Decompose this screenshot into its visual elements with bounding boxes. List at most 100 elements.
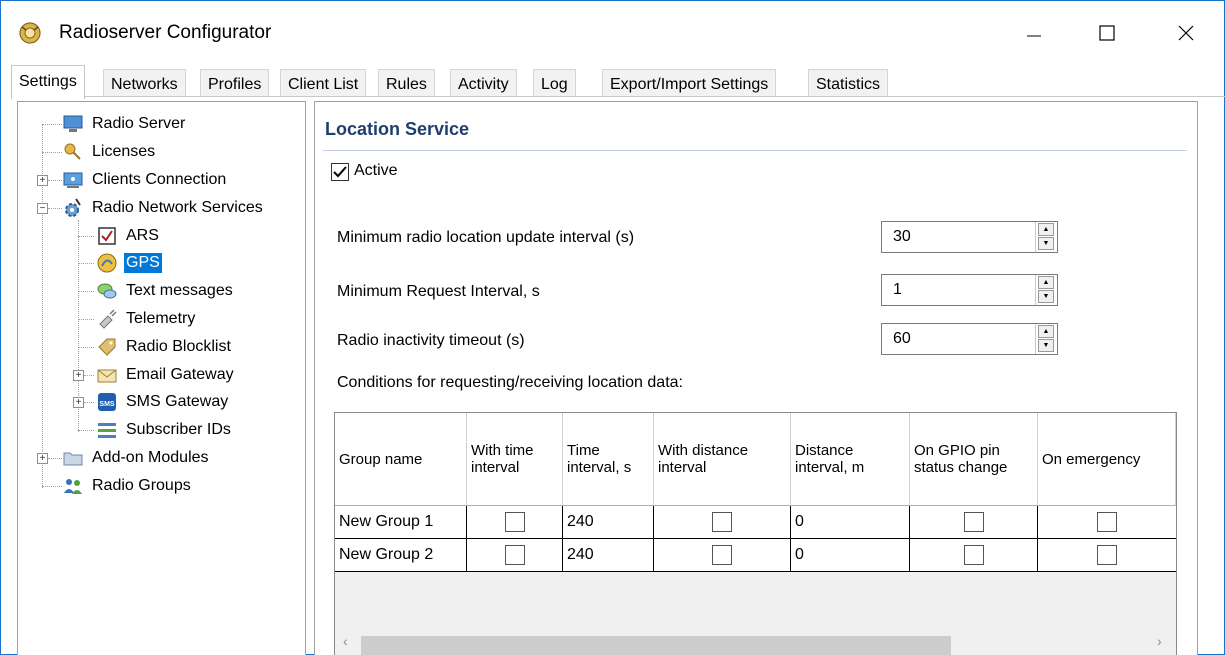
spin-value: 30 <box>893 228 911 245</box>
with-time-interval-cell[interactable] <box>467 506 563 539</box>
time-interval-cell[interactable]: 240 <box>563 539 654 572</box>
tree-item-clients-connection[interactable]: Clients Connection <box>62 167 228 193</box>
tree-item-text-messages[interactable]: Text messages <box>96 278 235 304</box>
id-list-icon <box>98 423 116 438</box>
time-interval-cell[interactable]: 240 <box>563 506 654 539</box>
column-header[interactable]: Distance interval, m <box>791 413 910 506</box>
table-row-group-cell[interactable]: New Group 1 <box>335 506 467 539</box>
tab-client-list[interactable]: Client List <box>280 69 367 97</box>
spin-buttons: ▲ ▼ <box>1035 275 1057 305</box>
min-location-update-interval-stepper[interactable]: 30 ▲ ▼ <box>881 221 1058 253</box>
expand-clients-connection[interactable]: + <box>37 175 48 186</box>
server-icon <box>63 115 83 132</box>
tree-connector <box>78 236 94 237</box>
on-emergency-cell[interactable] <box>1038 506 1176 539</box>
column-header[interactable]: On GPIO pin status change <box>910 413 1038 506</box>
tab-strip: Settings Networks Profiles Client List R… <box>11 65 1221 99</box>
spin-up-button[interactable]: ▲ <box>1038 325 1054 338</box>
close-icon <box>1178 25 1194 41</box>
maximize-button[interactable] <box>1077 11 1137 55</box>
spin-down-button[interactable]: ▼ <box>1038 237 1054 250</box>
tree-item-radio-network-services[interactable]: Radio Network Services <box>62 195 265 221</box>
gps-globe-icon <box>97 253 117 273</box>
distance-interval-cell[interactable]: 0 <box>791 539 910 572</box>
expand-add-on-modules[interactable]: + <box>37 453 48 464</box>
column-header[interactable]: With time interval <box>467 413 563 506</box>
on-emergency-checkbox[interactable] <box>1097 512 1117 532</box>
min-location-update-interval-label: Minimum radio location update interval (… <box>337 229 635 246</box>
on-gpio-change-cell[interactable] <box>910 506 1038 539</box>
spin-buttons: ▲ ▼ <box>1035 222 1057 252</box>
on-emergency-cell[interactable] <box>1038 539 1176 572</box>
tree-item-radio-groups[interactable]: Radio Groups <box>62 473 193 499</box>
tab-rules[interactable]: Rules <box>378 69 435 97</box>
tab-log[interactable]: Log <box>533 69 576 97</box>
tree-label-selected: GPS <box>124 253 162 273</box>
scrollbar-thumb[interactable] <box>361 636 951 655</box>
tab-export-import-settings[interactable]: Export/Import Settings <box>602 69 777 97</box>
column-header[interactable]: Group name <box>335 413 467 506</box>
with-time-interval-cell[interactable] <box>467 539 563 572</box>
scroll-left-icon[interactable]: ‹ <box>343 633 348 649</box>
tree-label: Radio Groups <box>92 477 191 494</box>
window-title: Radioserver Configurator <box>59 22 272 43</box>
tree-label: Licenses <box>92 143 156 160</box>
with-time-interval-checkbox[interactable] <box>504 545 525 565</box>
tree-item-radio-blocklist[interactable]: Radio Blocklist <box>96 334 233 360</box>
spin-up-button[interactable]: ▲ <box>1038 276 1054 289</box>
conditions-label: Conditions for requesting/receiving loca… <box>337 374 683 391</box>
tree-item-gps[interactable]: GPS <box>96 250 162 276</box>
spin-up-button[interactable]: ▲ <box>1038 223 1054 236</box>
column-header[interactable]: Time interval, s <box>563 413 654 506</box>
radio-inactivity-timeout-stepper[interactable]: 60 ▲ ▼ <box>881 323 1058 355</box>
network-icon <box>63 172 83 188</box>
spin-down-button[interactable]: ▼ <box>1038 339 1054 352</box>
conditions-grid[interactable]: Group name With time interval Time inter… <box>334 412 1177 655</box>
tree-item-telemetry[interactable]: Telemetry <box>96 306 197 332</box>
minimize-button[interactable] <box>1004 11 1064 55</box>
tab-settings[interactable]: Settings <box>11 65 85 99</box>
tree-connector <box>84 375 94 376</box>
with-distance-interval-checkbox[interactable] <box>712 512 732 532</box>
tree-item-ars[interactable]: ARS <box>96 223 161 249</box>
tree-label: Radio Server <box>92 115 186 132</box>
active-checkbox[interactable] <box>331 163 349 181</box>
section-divider <box>323 150 1187 151</box>
settings-tree[interactable]: + − + + + Radio Server Licenses Clients … <box>17 101 306 655</box>
expand-email-gateway[interactable]: + <box>73 370 84 381</box>
tree-label: ARS <box>126 227 159 244</box>
radio-inactivity-timeout-label: Radio inactivity timeout (s) <box>337 332 525 349</box>
expand-sms-gateway[interactable]: + <box>73 397 84 408</box>
scroll-right-icon[interactable]: › <box>1157 633 1162 649</box>
on-gpio-change-checkbox[interactable] <box>963 512 984 532</box>
tree-item-licenses[interactable]: Licenses <box>62 139 157 165</box>
on-gpio-change-checkbox[interactable] <box>963 545 984 565</box>
table-row-group-cell[interactable]: New Group 2 <box>335 539 467 572</box>
on-emergency-checkbox[interactable] <box>1097 545 1117 565</box>
tab-networks[interactable]: Networks <box>103 69 186 97</box>
column-header[interactable]: With distance interval <box>654 413 791 506</box>
tree-connector <box>78 347 94 348</box>
close-button[interactable] <box>1156 11 1216 55</box>
tab-profiles[interactable]: Profiles <box>200 69 270 97</box>
with-distance-interval-cell[interactable] <box>654 539 791 572</box>
tree-item-radio-server[interactable]: Radio Server <box>62 111 187 137</box>
column-header[interactable]: On emergency <box>1038 413 1176 506</box>
horizontal-scrollbar[interactable]: ‹ › <box>335 625 1176 655</box>
tree-item-sms-gateway[interactable]: SMS SMS Gateway <box>96 389 230 415</box>
triangle-down-icon: ▼ <box>1042 240 1050 247</box>
tree-item-subscriber-ids[interactable]: Subscriber IDs <box>96 417 233 443</box>
tree-item-email-gateway[interactable]: Email Gateway <box>96 362 236 388</box>
tab-activity[interactable]: Activity <box>450 69 517 97</box>
with-distance-interval-checkbox[interactable] <box>712 545 732 565</box>
min-request-interval-stepper[interactable]: 1 ▲ ▼ <box>881 274 1058 306</box>
spin-down-button[interactable]: ▼ <box>1038 290 1054 303</box>
distance-interval-cell[interactable]: 0 <box>791 506 910 539</box>
tree-item-add-on-modules[interactable]: Add-on Modules <box>62 445 211 471</box>
with-time-interval-checkbox[interactable] <box>504 512 525 532</box>
collapse-radio-network-services[interactable]: − <box>37 203 48 214</box>
triangle-up-icon: ▲ <box>1042 279 1050 286</box>
with-distance-interval-cell[interactable] <box>654 506 791 539</box>
on-gpio-change-cell[interactable] <box>910 539 1038 572</box>
tab-statistics[interactable]: Statistics <box>808 69 889 97</box>
